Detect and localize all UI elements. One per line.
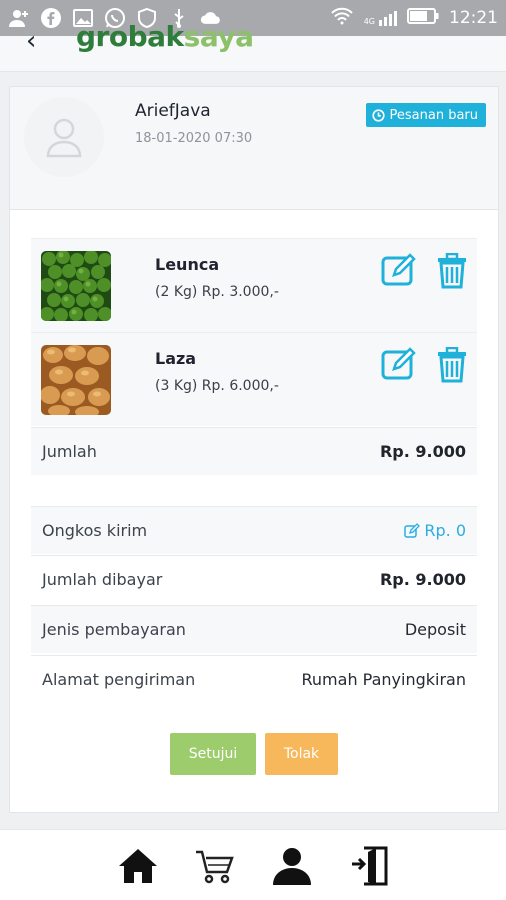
edit-shipping-link[interactable]: Rp. 0 bbox=[404, 521, 466, 540]
order-item: Laza (3 Kg) Rp. 6.000,- bbox=[31, 332, 477, 426]
logo-part-saya: saya bbox=[183, 20, 254, 53]
facebook-icon bbox=[40, 7, 62, 29]
address-row: Alamat pengiriman Rumah Panyingkiran bbox=[31, 655, 477, 703]
logout-icon[interactable] bbox=[349, 844, 393, 888]
product-image-leunca bbox=[41, 251, 111, 321]
shipping-value: Rp. 0 bbox=[424, 521, 466, 540]
reject-button[interactable]: Tolak bbox=[265, 733, 338, 775]
delete-item-button[interactable] bbox=[436, 252, 468, 289]
product-image-laza bbox=[41, 345, 111, 415]
paid-value: Rp. 9.000 bbox=[379, 570, 466, 589]
edit-icon bbox=[404, 523, 421, 538]
edit-icon bbox=[381, 253, 416, 286]
edit-item-button[interactable] bbox=[381, 253, 419, 287]
bottom-navigation bbox=[0, 829, 506, 900]
edit-item-button[interactable] bbox=[381, 347, 419, 381]
delete-item-button[interactable] bbox=[436, 346, 468, 383]
order-header: AriefJava 18-01-2020 07:30 Pesanan baru bbox=[10, 87, 498, 210]
shipping-label: Ongkos kirim bbox=[42, 521, 148, 540]
avatar bbox=[24, 97, 104, 177]
app-bar: ‹ grobaksaya bbox=[0, 20, 506, 72]
shipping-row: Ongkos kirim Rp. 0 bbox=[31, 506, 477, 554]
clock-icon bbox=[371, 108, 385, 122]
item-name: Laza bbox=[155, 349, 197, 368]
approve-button[interactable]: Setujui bbox=[170, 733, 256, 775]
address-label: Alamat pengiriman bbox=[42, 670, 196, 689]
payment-label: Jenis pembayaran bbox=[42, 620, 186, 639]
home-icon[interactable] bbox=[116, 844, 160, 888]
wifi-icon bbox=[330, 7, 354, 30]
payment-value: Deposit bbox=[404, 620, 466, 639]
paid-row: Jumlah dibayar Rp. 9.000 bbox=[31, 555, 477, 603]
logo-part-grobak: grobak bbox=[76, 20, 184, 53]
address-value: Rumah Panyingkiran bbox=[301, 670, 466, 689]
battery-icon bbox=[407, 7, 439, 29]
order-item: Leunca (2 Kg) Rp. 3.000,- bbox=[31, 238, 477, 332]
trash-icon bbox=[438, 252, 466, 289]
cart-icon[interactable] bbox=[193, 844, 237, 888]
item-description: (2 Kg) Rp. 3.000,- bbox=[155, 284, 279, 300]
item-name: Leunca bbox=[155, 255, 220, 274]
status-badge-label: Pesanan baru bbox=[389, 107, 479, 123]
trash-icon bbox=[438, 346, 466, 383]
user-placeholder-icon bbox=[46, 118, 82, 158]
network-type: 4G bbox=[363, 16, 375, 26]
app-logo: grobaksaya bbox=[76, 20, 254, 53]
edit-icon bbox=[381, 347, 416, 380]
subtotal-value: Rp. 9.000 bbox=[379, 442, 466, 461]
paid-label: Jumlah dibayar bbox=[42, 570, 163, 589]
user-icon[interactable] bbox=[270, 844, 314, 888]
subtotal-label: Jumlah bbox=[42, 442, 97, 461]
item-description: (3 Kg) Rp. 6.000,- bbox=[155, 378, 279, 394]
order-card: AriefJava 18-01-2020 07:30 Pesanan baru bbox=[9, 86, 499, 813]
customer-name: AriefJava bbox=[135, 101, 211, 121]
status-badge: Pesanan baru bbox=[365, 103, 486, 127]
signal-icon: 4G bbox=[363, 10, 397, 26]
payment-row: Jenis pembayaran Deposit bbox=[31, 605, 477, 653]
back-arrow-icon[interactable]: ‹ bbox=[26, 26, 36, 56]
clock: 12:21 bbox=[449, 8, 498, 28]
order-date: 18-01-2020 07:30 bbox=[135, 131, 253, 146]
subtotal-row: Jumlah Rp. 9.000 bbox=[31, 427, 477, 475]
